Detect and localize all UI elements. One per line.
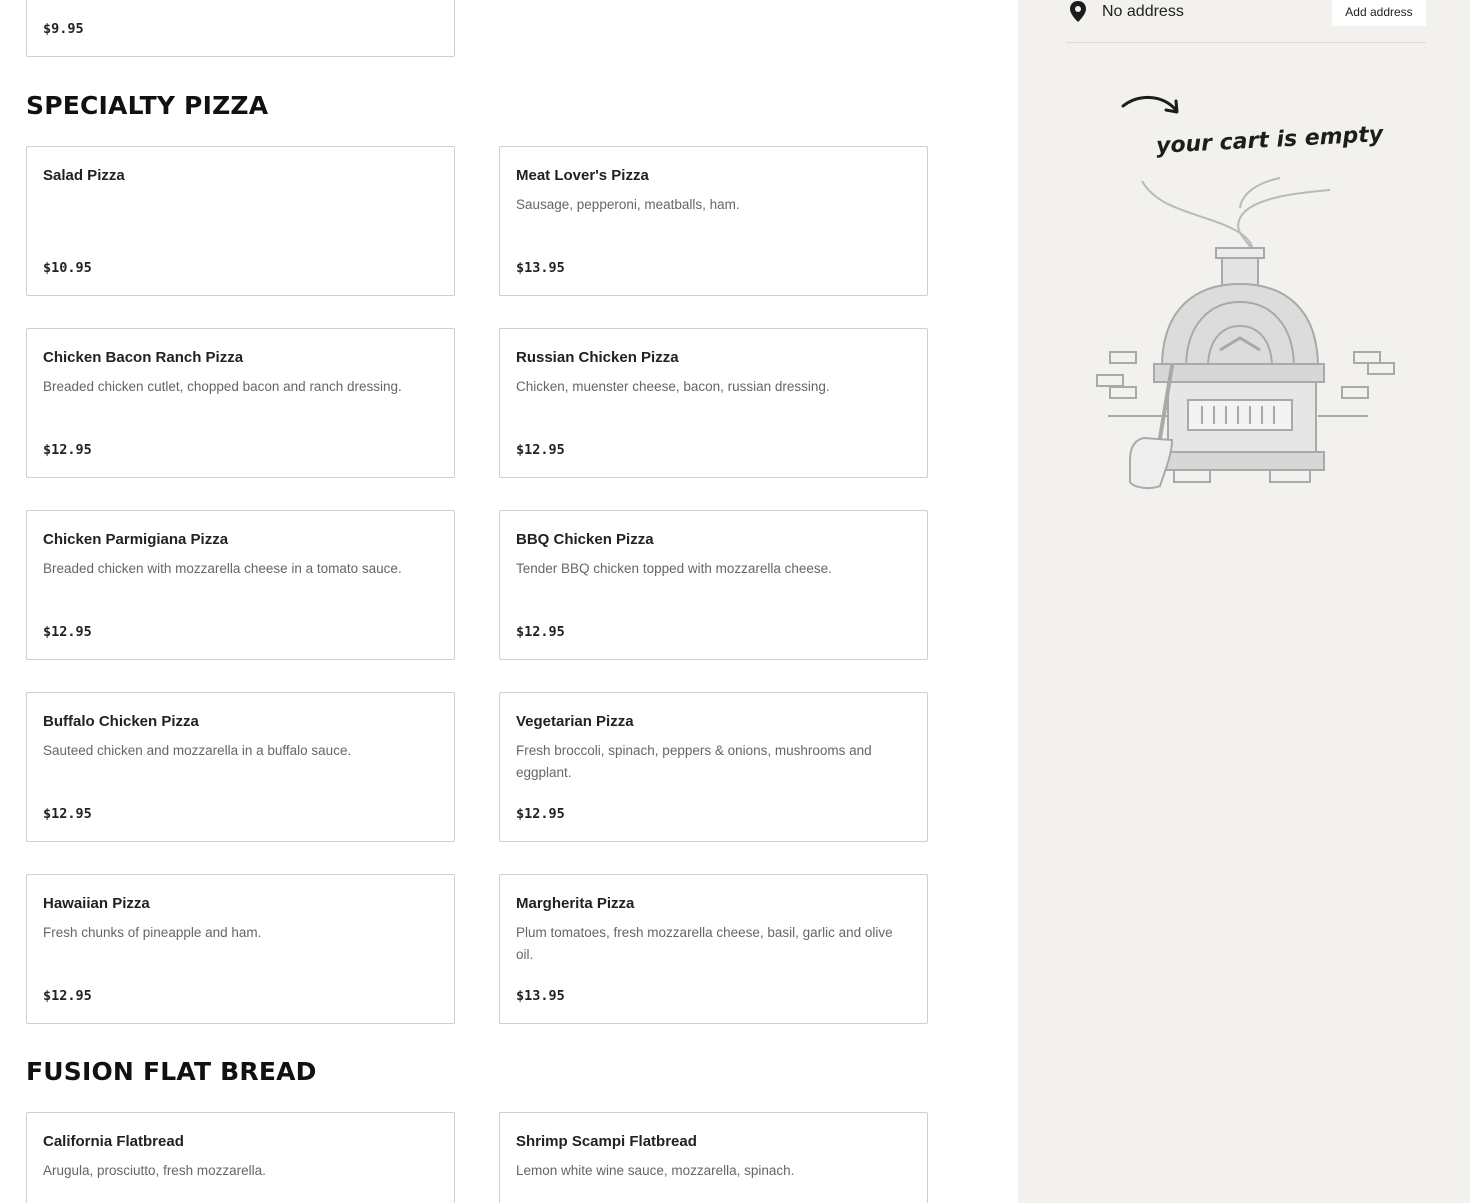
item-price: $12.95	[43, 442, 92, 458]
item-name: Buffalo Chicken Pizza	[43, 713, 199, 730]
menu-item-card[interactable]: Buffalo Chicken Pizza Sauteed chicken an…	[26, 692, 455, 842]
item-name: Hawaiian Pizza	[43, 895, 150, 912]
item-name: California Flatbread	[43, 1133, 184, 1150]
map-pin-icon	[1068, 0, 1088, 29]
menu-item-card[interactable]: Vegetarian Pizza Fresh broccoli, spinach…	[499, 692, 928, 842]
menu-item-card[interactable]: Salad Pizza $10.95	[26, 146, 455, 296]
menu-panel: $9.95 SPECIALTY PIZZA Salad Pizza $10.95…	[0, 0, 1018, 1203]
add-address-button[interactable]: Add address	[1332, 0, 1426, 26]
item-description: Tender BBQ chicken topped with mozzarell…	[516, 561, 832, 576]
item-description: Arugula, prosciutto, fresh mozzarella.	[43, 1163, 266, 1178]
item-price: $12.95	[516, 806, 565, 822]
menu-item-card[interactable]: Chicken Bacon Ranch Pizza Breaded chicke…	[26, 328, 455, 478]
menu-item-card[interactable]: California Flatbread Arugula, prosciutto…	[26, 1112, 455, 1203]
menu-item-card[interactable]: $9.95	[26, 0, 455, 57]
menu-item-card[interactable]: Hawaiian Pizza Fresh chunks of pineapple…	[26, 874, 455, 1024]
item-name: Chicken Bacon Ranch Pizza	[43, 349, 244, 366]
item-price: $10.95	[43, 260, 92, 276]
item-description: Sauteed chicken and mozzarella in a buff…	[43, 743, 352, 758]
item-description: Breaded chicken with mozzarella cheese i…	[43, 561, 402, 576]
menu-item-card[interactable]: BBQ Chicken Pizza Tender BBQ chicken top…	[499, 510, 928, 660]
item-name: Russian Chicken Pizza	[516, 349, 679, 366]
menu-item-card[interactable]: Russian Chicken Pizza Chicken, muenster …	[499, 328, 928, 478]
item-description: Chicken, muenster cheese, bacon, russian…	[516, 379, 830, 394]
item-name: Salad Pizza	[43, 167, 125, 184]
item-price: $12.95	[516, 442, 565, 458]
item-description: Fresh chunks of pineapple and ham.	[43, 925, 262, 940]
item-name: Margherita Pizza	[516, 895, 635, 912]
item-price: $9.95	[43, 21, 84, 37]
item-name: Shrimp Scampi Flatbread	[516, 1133, 697, 1150]
delivery-address-row: No address Add address	[1066, 0, 1426, 43]
item-price: $12.95	[43, 988, 92, 1004]
item-description: Sausage, pepperoni, meatballs, ham.	[516, 197, 740, 212]
item-price: $13.95	[516, 988, 565, 1004]
item-name: BBQ Chicken Pizza	[516, 531, 654, 548]
item-price: $12.95	[516, 624, 565, 640]
menu-item-card[interactable]: Meat Lover's Pizza Sausage, pepperoni, m…	[499, 146, 928, 296]
item-name: Meat Lover's Pizza	[516, 167, 649, 184]
item-price: $13.95	[516, 260, 565, 276]
item-description: Lemon white wine sauce, mozzarella, spin…	[516, 1163, 795, 1178]
section-title-fusion-flat-bread: FUSION FLAT BREAD	[26, 1057, 317, 1086]
item-price: $12.95	[43, 624, 92, 640]
item-name: Chicken Parmigiana Pizza	[43, 531, 229, 548]
menu-item-card[interactable]: Chicken Parmigiana Pizza Breaded chicken…	[26, 510, 455, 660]
address-text: No address	[1102, 3, 1184, 20]
item-description: Breaded chicken cutlet, chopped bacon an…	[43, 379, 402, 394]
menu-item-card[interactable]: Margherita Pizza Plum tomatoes, fresh mo…	[499, 874, 928, 1024]
menu-item-card[interactable]: Shrimp Scampi Flatbread Lemon white wine…	[499, 1112, 928, 1203]
item-description: Fresh broccoli, spinach, peppers & onion…	[516, 743, 872, 780]
item-description: Plum tomatoes, fresh mozzarella cheese, …	[516, 925, 893, 962]
item-price: $12.95	[43, 806, 92, 822]
item-name: Vegetarian Pizza	[516, 713, 634, 730]
section-title-specialty-pizza: SPECIALTY PIZZA	[26, 91, 269, 120]
